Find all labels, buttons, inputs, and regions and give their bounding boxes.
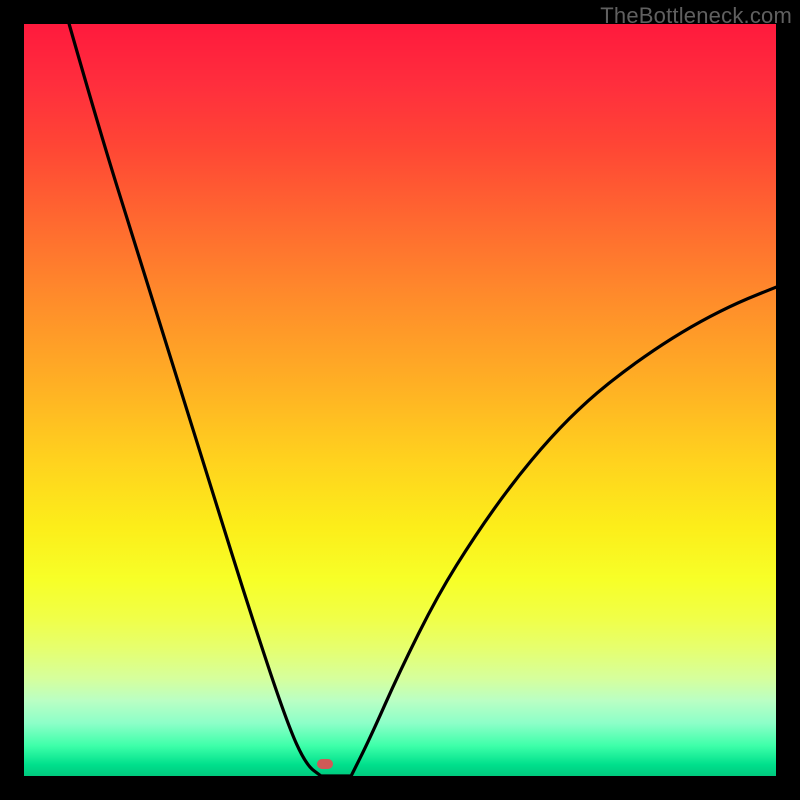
attribution-text: TheBottleneck.com [600, 3, 792, 29]
optimal-point-marker [317, 759, 333, 769]
bottleneck-curve [24, 24, 776, 776]
curve-path [69, 24, 776, 776]
